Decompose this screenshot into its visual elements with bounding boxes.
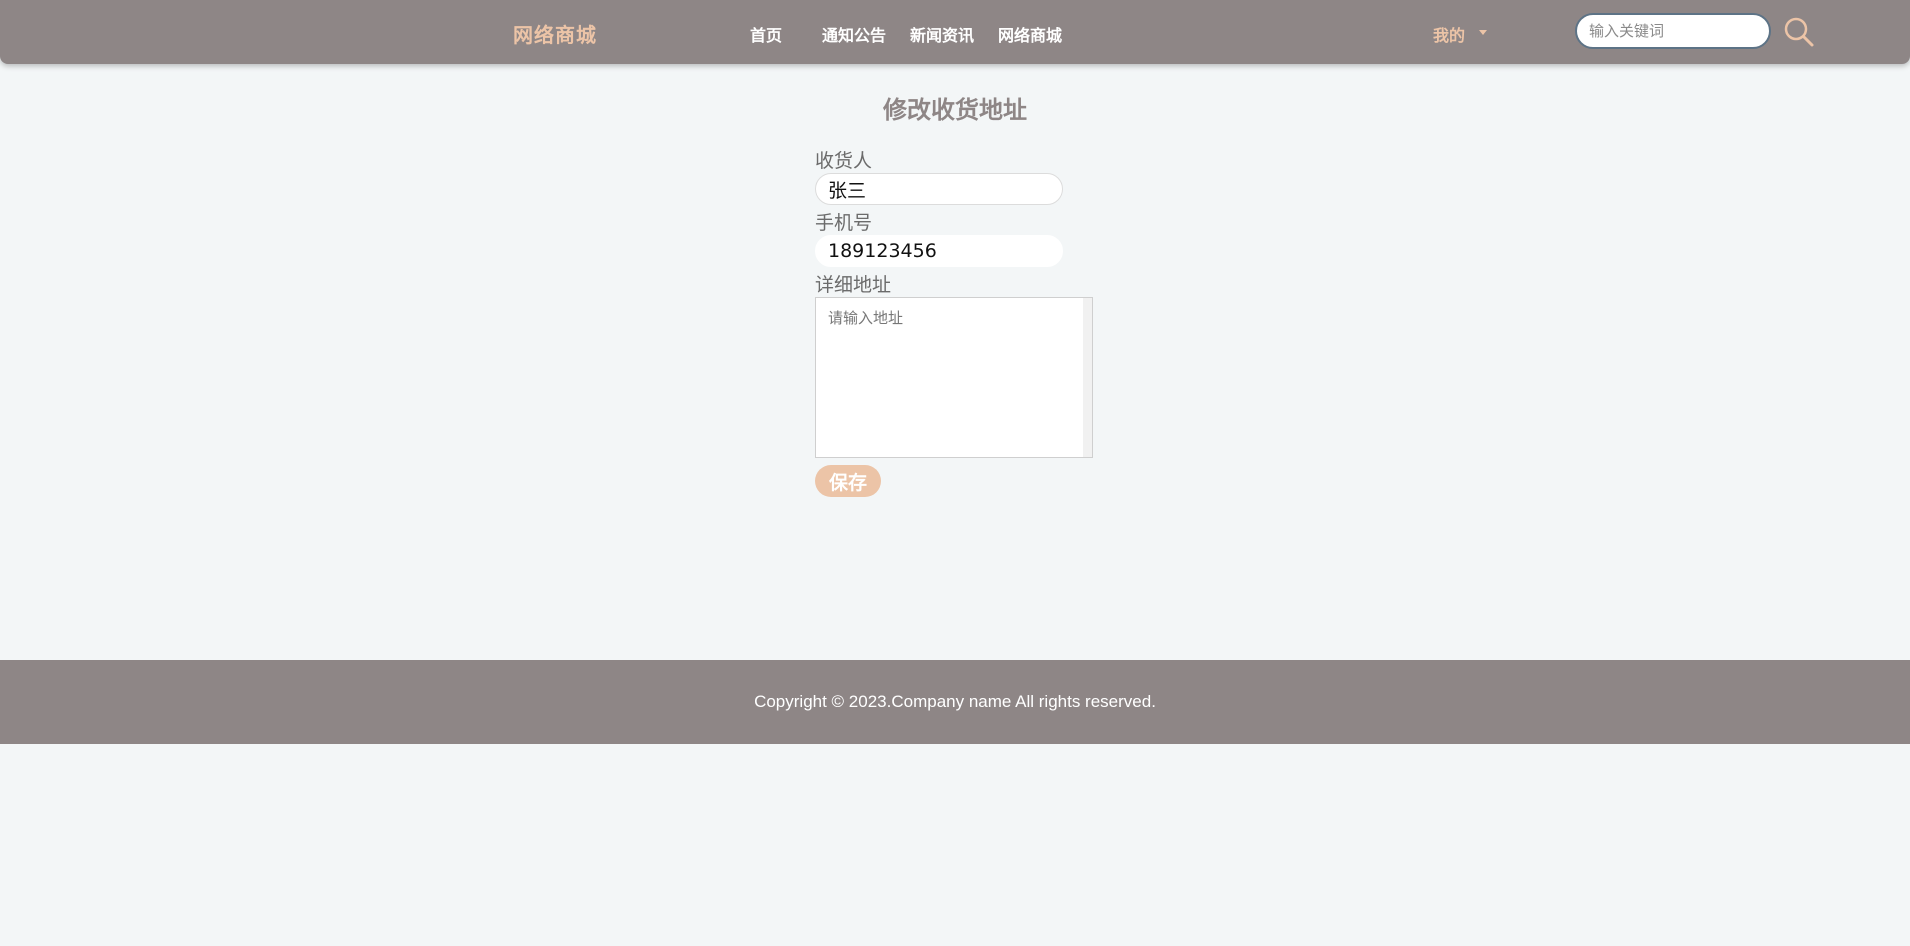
textarea-scrollbar[interactable] (1083, 298, 1092, 457)
address-label: 详细地址 (815, 274, 892, 296)
save-button[interactable]: 保存 (815, 465, 881, 497)
phone-field[interactable] (815, 235, 1063, 267)
search-input[interactable] (1575, 13, 1771, 49)
page-title: 修改收货地址 (883, 96, 1027, 124)
receiver-field[interactable] (815, 173, 1063, 205)
caret-down-icon (1479, 30, 1487, 35)
footer: Copyright © 2023.Company name All rights… (0, 660, 1910, 744)
copyright-text: Copyright © 2023.Company name All rights… (754, 692, 1156, 711)
my-account-menu[interactable]: 我的 (1433, 22, 1465, 46)
nav-item-notices[interactable]: 通知公告 (822, 22, 886, 46)
receiver-label: 收货人 (815, 150, 873, 172)
nav-item-news[interactable]: 新闻资讯 (910, 22, 974, 46)
address-textarea[interactable] (815, 297, 1093, 458)
top-navbar: 网络商城 首页 通知公告 新闻资讯 网络商城 我的 (0, 0, 1910, 64)
nav-item-mall[interactable]: 网络商城 (998, 22, 1062, 46)
site-logo[interactable]: 网络商城 (513, 19, 597, 48)
search-icon[interactable] (1782, 15, 1816, 49)
nav-item-home[interactable]: 首页 (750, 22, 782, 46)
phone-label: 手机号 (815, 212, 873, 234)
